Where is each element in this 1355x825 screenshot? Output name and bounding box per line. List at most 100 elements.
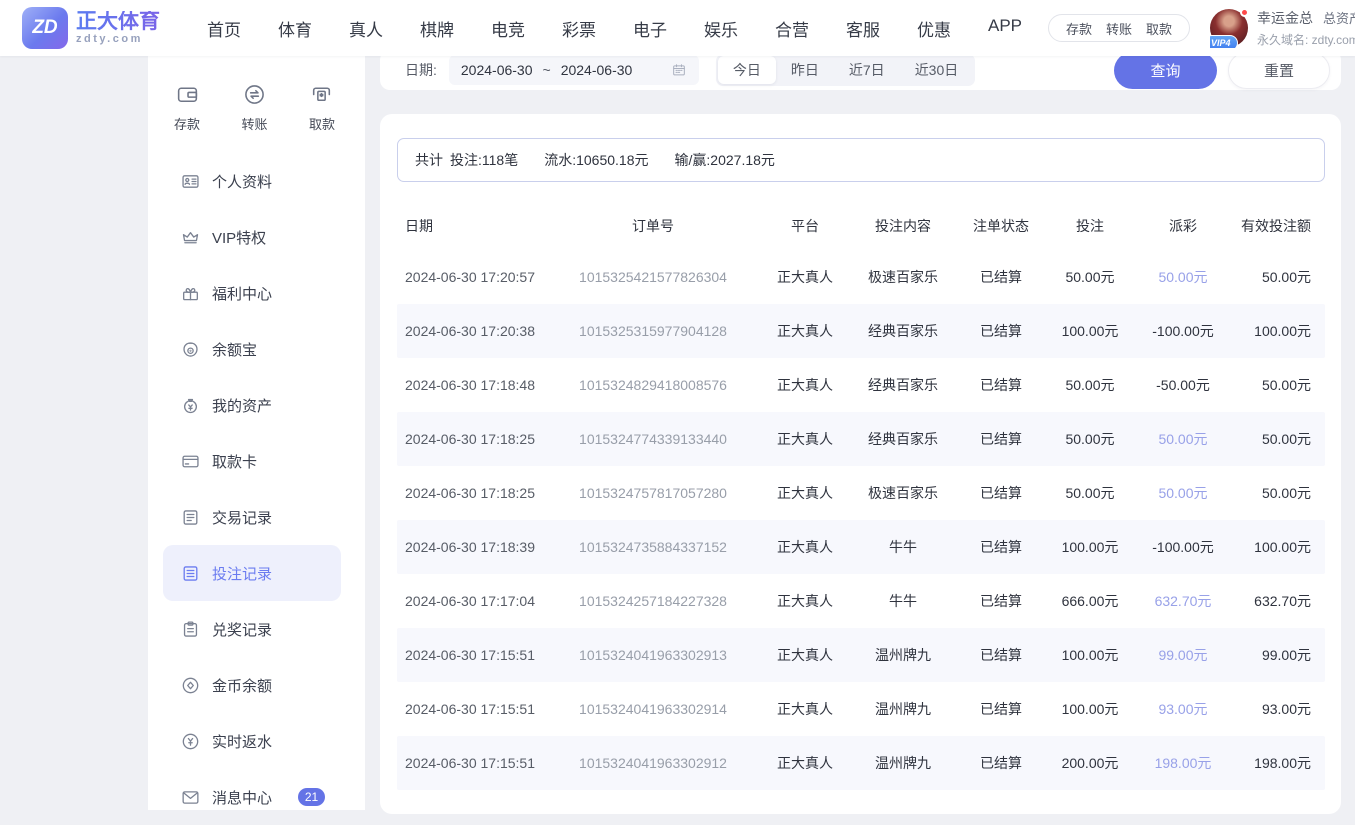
cell-bet-amount: 50.00元	[1047, 412, 1133, 466]
cell-date: 2024-06-30 17:18:25	[397, 412, 547, 466]
user-avatar[interactable]: VIP4	[1210, 9, 1248, 47]
wallet-action[interactable]: 转账	[1106, 19, 1132, 38]
sidebar-item[interactable]: VIP特权	[163, 209, 341, 265]
summary-prefix: 共计	[415, 150, 443, 170]
nav-item[interactable]: 体育	[278, 16, 312, 41]
cell-bet-content: 温州牌九	[851, 682, 955, 736]
column-header: 有效投注额	[1233, 202, 1325, 250]
sidebar-menu: 个人资料VIP特权福利中心余额宝我的资产取款卡交易记录投注记录兑奖记录金币余额实…	[148, 153, 365, 825]
sidebar-item[interactable]: 余额宝	[163, 321, 341, 377]
search-button[interactable]: 查询	[1114, 52, 1217, 89]
cell-bet-amount: 50.00元	[1047, 358, 1133, 412]
sidebar-quick-actions: 存款 转账 取款	[148, 56, 365, 133]
piggy-bank-icon	[180, 339, 201, 360]
quick-range-group: 今日昨日近7日近30日	[716, 54, 975, 86]
sidebar-item[interactable]: 个人资料	[163, 153, 341, 209]
cell-order-no: 1015324757817057280	[547, 466, 759, 520]
clipboard-icon	[180, 619, 201, 640]
nav-item[interactable]: 娱乐	[704, 16, 738, 41]
cell-bet-amount: 50.00元	[1047, 466, 1133, 520]
bet-records-table: 日期订单号平台投注内容注单状态投注派彩有效投注额 2024-06-30 17:2…	[397, 202, 1325, 790]
sidebar-item[interactable]: 我的资产	[163, 377, 341, 433]
sidebar-item-label: 取款卡	[212, 451, 257, 472]
quick-range-button[interactable]: 近30日	[900, 56, 974, 84]
cell-valid-bet: 632.70元	[1233, 574, 1325, 628]
cell-order-no: 1015324041963302912	[547, 736, 759, 790]
sidebar-item[interactable]: 取款卡	[163, 433, 341, 489]
nav-item[interactable]: 电竞	[491, 16, 525, 41]
date-from: 2024-06-30	[461, 62, 533, 78]
quick-action-label: 转账	[241, 114, 267, 133]
calendar-icon[interactable]	[671, 62, 687, 78]
sidebar-item[interactable]: 投注记录	[163, 545, 341, 601]
table-row: 2024-06-30 17:18:391015324735884337152正大…	[397, 520, 1325, 574]
nav-item[interactable]: 首页	[207, 16, 241, 41]
coin-icon	[180, 675, 201, 696]
sidebar-item[interactable]: 交易记录	[163, 489, 341, 545]
cell-platform: 正大真人	[759, 628, 851, 682]
sidebar-item-label: 金币余额	[212, 675, 272, 696]
cell-payout: 99.00元	[1133, 628, 1233, 682]
cell-date: 2024-06-30 17:18:48	[397, 358, 547, 412]
cell-status: 已结算	[955, 520, 1047, 574]
quick-action-atm[interactable]: 取款	[309, 82, 335, 133]
sidebar-item-label: 福利中心	[212, 283, 272, 304]
cell-payout: 50.00元	[1133, 466, 1233, 520]
nav-item[interactable]: 彩票	[562, 16, 596, 41]
quick-action-wallet[interactable]: 存款	[174, 82, 200, 133]
mail-icon	[180, 787, 201, 808]
username[interactable]: 幸运金总	[1257, 8, 1313, 28]
vip-badge: VIP4	[1210, 35, 1238, 48]
sidebar-item[interactable]: 兑奖记录	[163, 601, 341, 657]
cell-platform: 正大真人	[759, 358, 851, 412]
cell-valid-bet: 93.00元	[1233, 682, 1325, 736]
cell-bet-amount: 200.00元	[1047, 736, 1133, 790]
transaction-list-icon	[180, 507, 201, 528]
quick-action-transfer[interactable]: 转账	[241, 82, 267, 133]
nav-item[interactable]: 合营	[775, 16, 809, 41]
cell-status: 已结算	[955, 304, 1047, 358]
brand-logo[interactable]: ZD 正大体育 zdty.com	[22, 7, 174, 49]
gift-icon	[180, 283, 201, 304]
cell-valid-bet: 50.00元	[1233, 412, 1325, 466]
sidebar-item-label: 投注记录	[212, 563, 272, 584]
quick-range-button[interactable]: 今日	[718, 56, 776, 84]
cell-bet-amount: 50.00元	[1047, 250, 1133, 304]
cell-payout: 198.00元	[1133, 736, 1233, 790]
sidebar-item[interactable]: 实时返水	[163, 713, 341, 769]
sidebar-item-label: 余额宝	[212, 339, 257, 360]
wallet-action[interactable]: 取款	[1146, 19, 1172, 38]
cell-bet-content: 牛牛	[851, 520, 955, 574]
summary-winloss: 输/赢:2027.18元	[675, 150, 775, 170]
cell-bet-content: 温州牌九	[851, 628, 955, 682]
wallet-action[interactable]: 存款	[1066, 19, 1092, 38]
user-cluster: VIP4 幸运金总 总资产: 永久域名: zdty.com	[1210, 8, 1355, 48]
bank-card-icon	[180, 451, 201, 472]
nav-item[interactable]: 客服	[846, 16, 880, 41]
nav-item[interactable]: 棋牌	[420, 16, 454, 41]
reset-button[interactable]: 重置	[1228, 52, 1330, 89]
column-header: 日期	[397, 202, 547, 250]
nav-item[interactable]: APP	[988, 16, 1022, 41]
cell-bet-amount: 100.00元	[1047, 520, 1133, 574]
sidebar-item[interactable]: 消息中心21	[163, 769, 341, 825]
rebate-icon	[180, 731, 201, 752]
money-bag-icon	[180, 395, 201, 416]
quick-action-label: 存款	[174, 114, 200, 133]
quick-range-button[interactable]: 近7日	[834, 56, 900, 84]
nav-item[interactable]: 电子	[633, 16, 667, 41]
cell-bet-amount: 100.00元	[1047, 304, 1133, 358]
date-range-input[interactable]: 2024-06-30 ~ 2024-06-30	[449, 55, 699, 85]
nav-item[interactable]: 优惠	[917, 16, 951, 41]
sidebar-item[interactable]: 金币余额	[163, 657, 341, 713]
sidebar-item[interactable]: 福利中心	[163, 265, 341, 321]
brand-logo-mark: ZD	[22, 7, 68, 49]
quick-range-button[interactable]: 昨日	[776, 56, 834, 84]
bet-records-panel: 共计 投注:118笔 流水:10650.18元 输/赢:2027.18元 日期订…	[380, 114, 1341, 814]
cell-platform: 正大真人	[759, 682, 851, 736]
column-header: 平台	[759, 202, 851, 250]
cell-bet-content: 牛牛	[851, 574, 955, 628]
cell-bet-amount: 100.00元	[1047, 628, 1133, 682]
cell-bet-content: 极速百家乐	[851, 250, 955, 304]
nav-item[interactable]: 真人	[349, 16, 383, 41]
